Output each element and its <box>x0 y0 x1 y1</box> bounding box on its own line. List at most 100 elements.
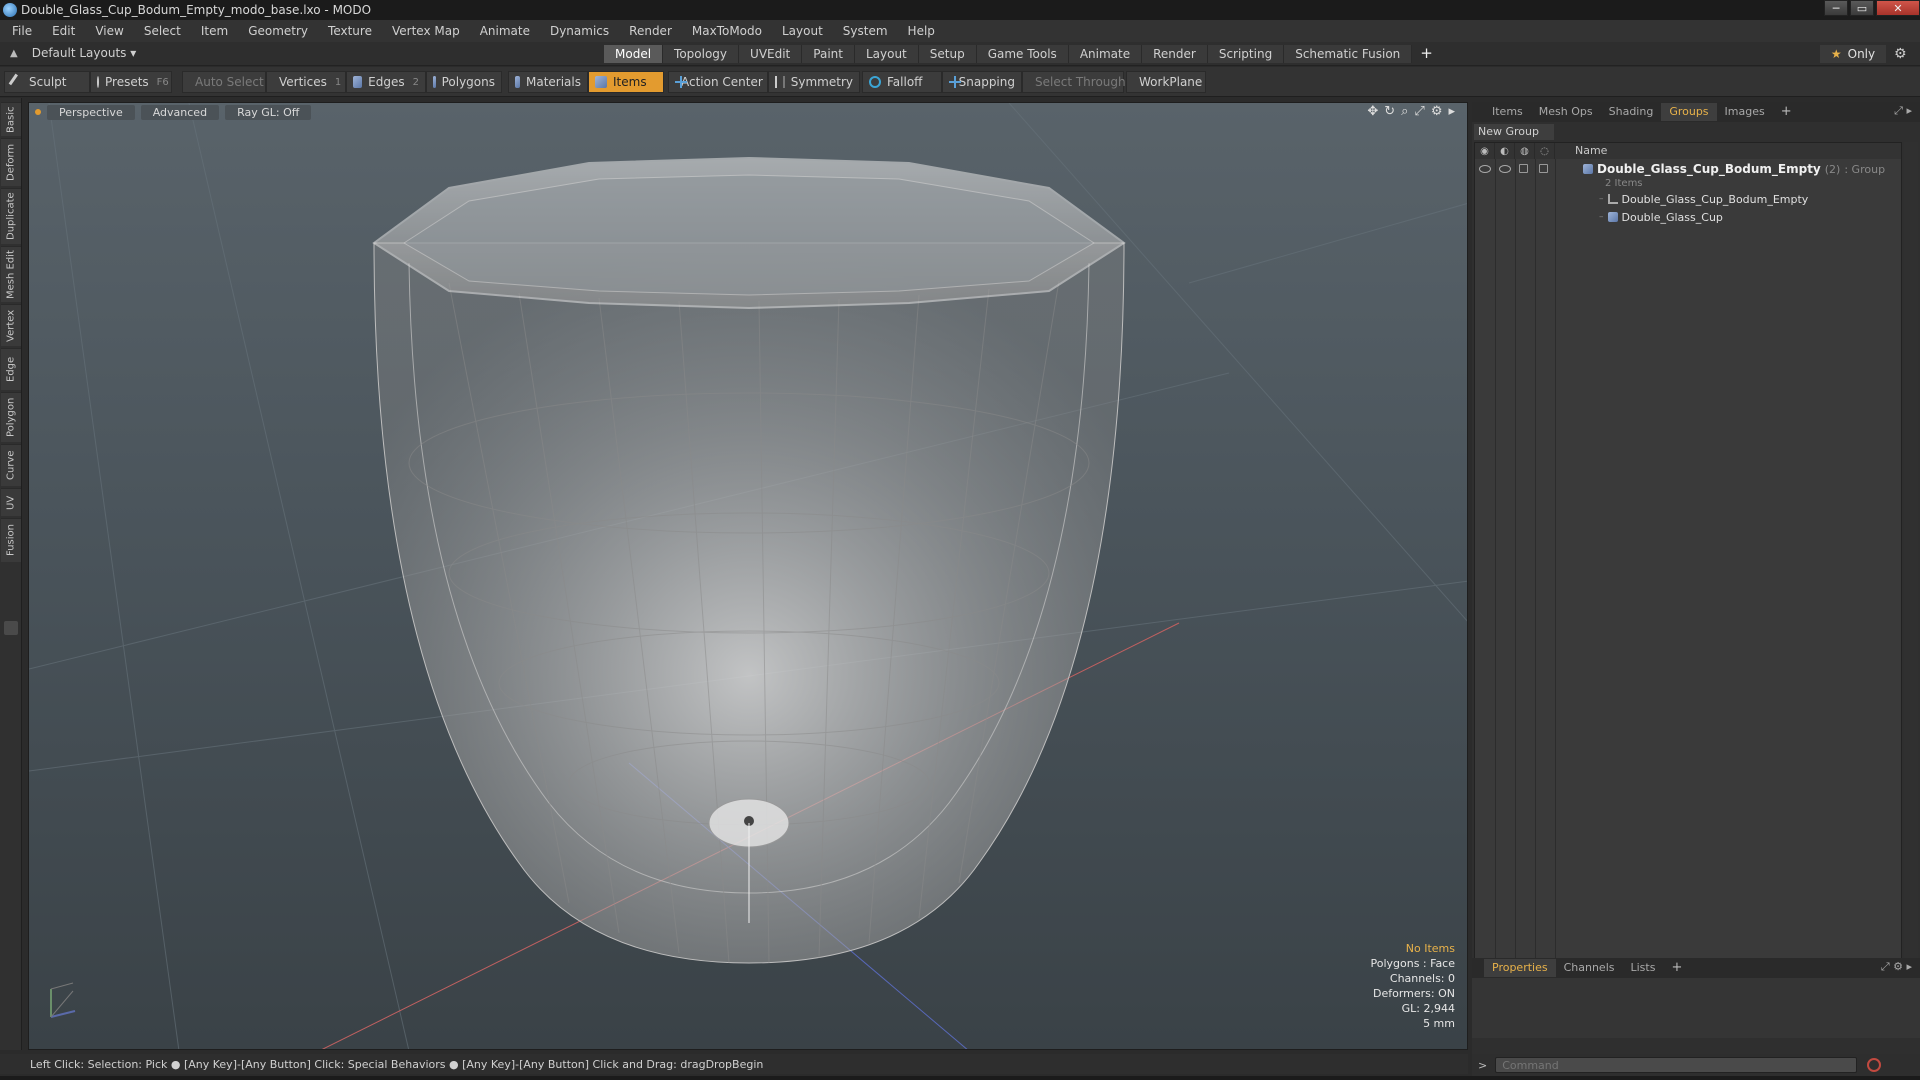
new-group-button[interactable]: New Group <box>1474 124 1554 140</box>
menu-view[interactable]: View <box>95 24 123 38</box>
left-tab-uv[interactable]: UV <box>1 488 21 516</box>
left-tab-duplicate[interactable]: Duplicate <box>1 188 21 244</box>
pan-icon[interactable]: ✥ <box>1367 104 1378 119</box>
menu-edit[interactable]: Edit <box>52 24 75 38</box>
command-history-icon[interactable]: > <box>1478 1059 1487 1072</box>
left-tab-fusion[interactable]: Fusion <box>1 518 21 562</box>
edges-button[interactable]: Edges 2 <box>346 71 426 93</box>
left-panel-toggle-button[interactable] <box>4 621 18 635</box>
add-props-tab-button[interactable]: + <box>1663 959 1690 977</box>
left-tab-vertex[interactable]: Vertex <box>1 304 21 346</box>
minimize-button[interactable]: ─ <box>1824 0 1848 16</box>
snapping-button[interactable]: Snapping <box>942 71 1022 93</box>
eye-icon[interactable] <box>1479 165 1491 173</box>
tab-channels[interactable]: Channels <box>1556 959 1623 977</box>
collapse-up-icon[interactable]: ▲ <box>10 48 18 59</box>
tab-lists[interactable]: Lists <box>1623 959 1664 977</box>
gear-icon[interactable]: ⚙ <box>1894 46 1907 62</box>
mesh-icon <box>1607 212 1618 222</box>
presets-button[interactable]: Presets F6 <box>90 71 172 93</box>
menu-file[interactable]: File <box>12 24 32 38</box>
workplane-button[interactable]: WorkPlane <box>1126 71 1206 93</box>
menu-maxtomodo[interactable]: MaxToModo <box>692 24 762 38</box>
group-child-row[interactable]: – Double_Glass_Cup <box>1475 209 1901 225</box>
left-tab-mesh-edit[interactable]: Mesh Edit <box>1 246 21 302</box>
panel-expand-icon[interactable]: ⤢ ▸ <box>1894 104 1912 118</box>
tab-images[interactable]: Images <box>1717 103 1773 121</box>
groups-scrollbar[interactable] <box>1904 142 1918 992</box>
auto-select-button[interactable]: Auto Select <box>182 71 266 93</box>
tab-model[interactable]: Model <box>604 45 664 63</box>
lock-column-icon[interactable]: ◍ <box>1515 143 1535 159</box>
viewport-expand-icon[interactable]: ▸ <box>1448 104 1455 119</box>
tab-setup[interactable]: Setup <box>918 45 977 63</box>
tab-layout[interactable]: Layout <box>854 45 919 63</box>
tab-schematic-fusion[interactable]: Schematic Fusion <box>1284 45 1413 63</box>
rotate-icon[interactable]: ↻ <box>1384 104 1395 119</box>
maximize-button[interactable]: ▭ <box>1850 0 1874 16</box>
3d-viewport[interactable]: Perspective Advanced Ray GL: Off ✥ ↻ ⌕ ⤢… <box>28 102 1468 1050</box>
render-eye-icon[interactable] <box>1499 165 1511 173</box>
vertices-button[interactable]: Vertices 1 <box>266 71 346 93</box>
menu-vertex-map[interactable]: Vertex Map <box>392 24 460 38</box>
command-input[interactable] <box>1495 1057 1858 1073</box>
menu-texture[interactable]: Texture <box>328 24 372 38</box>
tab-paint[interactable]: Paint <box>802 45 855 63</box>
action-center-button[interactable]: Action Center <box>668 71 768 93</box>
props-expand-icon[interactable]: ⤢ ⚙ ▸ <box>1881 960 1912 974</box>
tab-game-tools[interactable]: Game Tools <box>976 45 1069 63</box>
tab-items[interactable]: Items <box>1484 103 1531 121</box>
tab-uvedit[interactable]: UVEdit <box>739 45 803 63</box>
only-button[interactable]: ★ Only <box>1820 45 1886 63</box>
tab-properties[interactable]: Properties <box>1484 959 1556 977</box>
menu-layout[interactable]: Layout <box>782 24 823 38</box>
zoom-icon[interactable]: ⌕ <box>1401 104 1408 119</box>
shading-mode-button[interactable]: Advanced <box>140 104 220 120</box>
viewport-settings-icon[interactable]: ⚙ <box>1431 104 1443 119</box>
menu-system[interactable]: System <box>843 24 888 38</box>
tab-topology[interactable]: Topology <box>663 45 740 63</box>
menu-select[interactable]: Select <box>144 24 181 38</box>
close-button[interactable]: ✕ <box>1876 0 1920 16</box>
polygons-button[interactable]: Polygons <box>426 71 502 93</box>
add-tab-button[interactable]: + <box>1412 45 1441 63</box>
menu-help[interactable]: Help <box>908 24 935 38</box>
menu-render[interactable]: Render <box>629 24 672 38</box>
symmetry-button[interactable]: Symmetry <box>768 71 860 93</box>
left-tab-deform[interactable]: Deform <box>1 138 21 186</box>
viewport-active-dot[interactable] <box>35 109 41 115</box>
group-child-row[interactable]: – Double_Glass_Cup_Bodum_Empty <box>1475 191 1901 207</box>
render-column-icon[interactable]: ◐ <box>1495 143 1515 159</box>
menu-item[interactable]: Item <box>201 24 228 38</box>
items-button[interactable]: Items <box>588 71 664 93</box>
menu-animate[interactable]: Animate <box>480 24 530 38</box>
menu-geometry[interactable]: Geometry <box>248 24 308 38</box>
left-tab-polygon[interactable]: Polygon <box>1 392 21 442</box>
add-panel-tab-button[interactable]: + <box>1773 103 1800 121</box>
select-column-icon[interactable]: ◌ <box>1535 143 1555 159</box>
fit-icon[interactable]: ⤢ <box>1414 104 1424 119</box>
command-clear-icon[interactable] <box>1867 1058 1882 1072</box>
sculpt-button[interactable]: Sculpt <box>4 71 90 93</box>
lock-toggle[interactable] <box>1519 164 1528 173</box>
view-mode-button[interactable]: Perspective <box>47 104 135 120</box>
menu-dynamics[interactable]: Dynamics <box>550 24 609 38</box>
materials-button[interactable]: Materials <box>508 71 588 93</box>
left-tab-curve[interactable]: Curve <box>1 444 21 486</box>
star-icon: ★ <box>1830 47 1842 61</box>
raygl-button[interactable]: Ray GL: Off <box>225 104 312 120</box>
select-toggle[interactable] <box>1539 164 1548 173</box>
tab-mesh-ops[interactable]: Mesh Ops <box>1531 103 1601 121</box>
layout-dropdown[interactable]: ▲ Default Layouts ▾ <box>10 46 136 60</box>
name-column-header[interactable]: Name <box>1563 143 1607 159</box>
tab-shading[interactable]: Shading <box>1601 103 1662 121</box>
tab-animate[interactable]: Animate <box>1068 45 1143 63</box>
left-tab-basic[interactable]: Basic <box>1 102 21 136</box>
falloff-button[interactable]: Falloff <box>862 71 942 93</box>
tab-groups[interactable]: Groups <box>1661 103 1717 121</box>
left-tab-edge[interactable]: Edge <box>1 348 21 390</box>
tab-scripting[interactable]: Scripting <box>1207 45 1285 63</box>
select-through-button[interactable]: Select Through <box>1022 71 1126 93</box>
visibility-column-icon[interactable]: ◉ <box>1475 143 1495 159</box>
tab-render[interactable]: Render <box>1142 45 1208 63</box>
